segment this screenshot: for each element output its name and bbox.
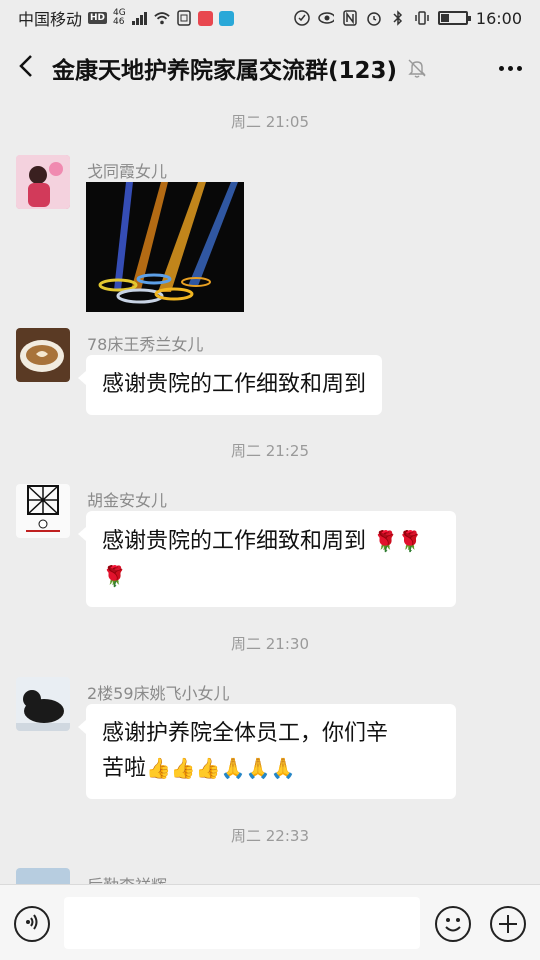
timestamp: 周二 21:25 bbox=[231, 442, 309, 460]
red-app-icon bbox=[197, 10, 213, 26]
input-bar bbox=[0, 884, 540, 960]
chat-header: 金康天地护养院家属交流群(123) bbox=[0, 36, 540, 100]
chat-title: 金康天地护养院家属交流群(123) bbox=[52, 58, 398, 84]
sender-name: 2楼59床姚飞小女儿 bbox=[87, 684, 230, 703]
more-functions-button[interactable] bbox=[490, 906, 526, 942]
more-options-button[interactable] bbox=[494, 54, 526, 82]
sender-name: 后勤李祥辉 bbox=[87, 872, 167, 884]
battery-icon bbox=[437, 11, 471, 25]
timestamp: 周二 22:33 bbox=[231, 827, 309, 845]
plus-icon bbox=[499, 915, 517, 933]
bell-off-icon bbox=[405, 56, 429, 80]
emoji-icon bbox=[445, 918, 461, 932]
back-button[interactable] bbox=[0, 36, 52, 100]
sender-name: 戈同霞女儿 bbox=[87, 162, 168, 181]
network-sub-label: 46 bbox=[113, 17, 125, 27]
avatar[interactable] bbox=[16, 484, 70, 538]
wifi-icon bbox=[154, 10, 170, 26]
battery-level bbox=[440, 14, 449, 22]
avatar[interactable] bbox=[16, 868, 70, 884]
message-bubble[interactable]: 感谢贵院的工作细致和周到 🌹🌹🌹 bbox=[78, 511, 456, 607]
message-text: 感谢护养院全体员工，你们辛 bbox=[102, 721, 389, 746]
blue-app-icon bbox=[218, 10, 234, 26]
avatar[interactable] bbox=[16, 677, 70, 731]
voice-icon bbox=[23, 913, 41, 935]
message-input[interactable] bbox=[64, 897, 420, 949]
message-bubble[interactable]: 感谢贵院的工作细致和周到 bbox=[77, 355, 383, 415]
sender-name: 胡金安女儿 bbox=[87, 491, 168, 510]
carrier-label: 中国移动 bbox=[18, 10, 83, 29]
timestamp: 周二 21:05 bbox=[231, 113, 309, 131]
more-dot bbox=[498, 65, 504, 71]
more-dot bbox=[507, 65, 513, 71]
sender-name: 78床王秀兰女儿 bbox=[87, 335, 204, 354]
message-text: 感谢贵院的工作细致和周到 bbox=[102, 372, 367, 397]
avatar[interactable] bbox=[16, 155, 70, 209]
more-dot bbox=[516, 65, 522, 71]
status-bar: 中国移动 HD 4G 46 16:00 bbox=[0, 0, 540, 36]
timestamp: 周二 21:30 bbox=[231, 635, 309, 653]
signal-icon bbox=[131, 10, 148, 26]
data-saver-icon bbox=[294, 10, 310, 26]
eye-icon bbox=[318, 10, 334, 26]
hd-badge: HD bbox=[88, 12, 108, 24]
emoji-button[interactable] bbox=[435, 906, 471, 942]
message-bubble[interactable]: 感谢护养院全体员工，你们辛 苦啦👍👍👍🙏🙏🙏 bbox=[78, 704, 456, 799]
alarm-icon bbox=[366, 10, 382, 26]
image-message[interactable] bbox=[86, 182, 244, 312]
voice-button[interactable] bbox=[14, 906, 50, 942]
message-item: 后勤李祥辉 bbox=[0, 868, 540, 884]
message-text-continued: 苦啦 bbox=[102, 756, 147, 781]
vibrate-icon bbox=[414, 10, 430, 26]
bluetooth-icon bbox=[390, 10, 406, 26]
app-notification-icon bbox=[176, 10, 192, 26]
chevron-left-icon bbox=[19, 54, 33, 82]
avatar[interactable] bbox=[16, 328, 70, 382]
message-text: 感谢贵院的工作细致和周到 bbox=[102, 529, 367, 554]
thumbs-and-hands-emoji: 👍👍👍🙏🙏🙏 bbox=[146, 756, 296, 780]
nfc-icon bbox=[342, 10, 358, 26]
clock-label: 16:00 bbox=[475, 8, 522, 28]
